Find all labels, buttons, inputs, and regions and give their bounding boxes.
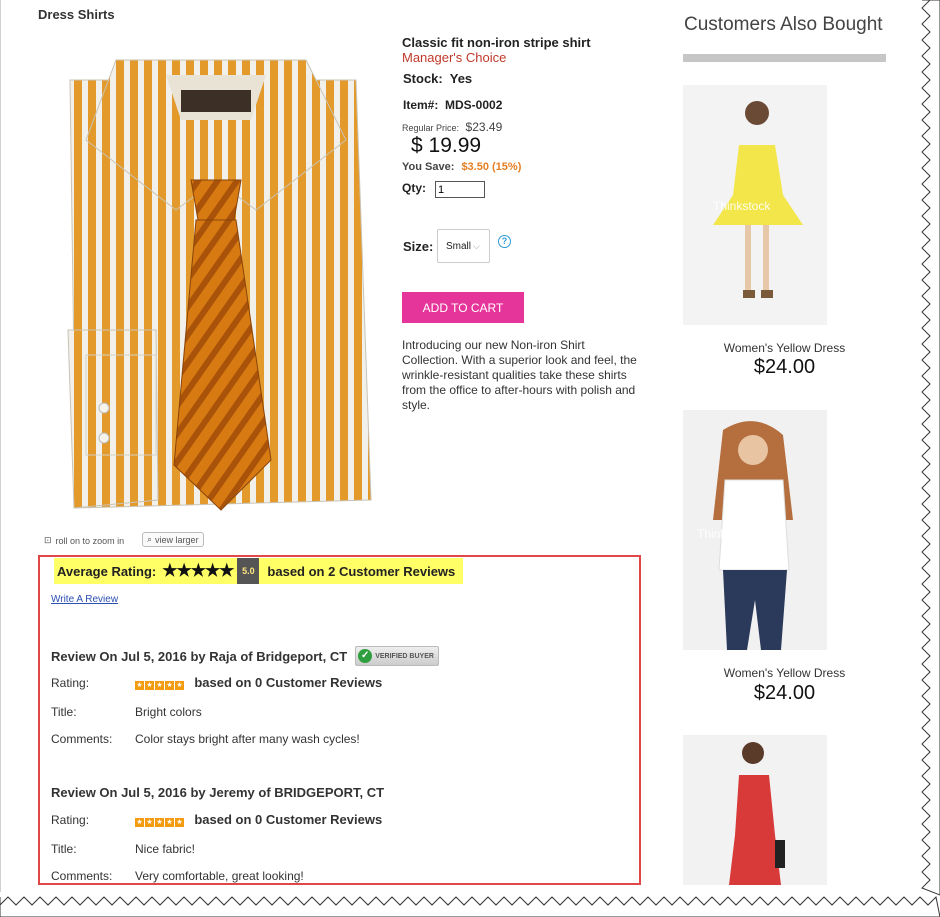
managers-choice-badge: Manager's Choice	[402, 50, 507, 65]
rating-label: Rating:	[51, 813, 90, 827]
page-border	[0, 0, 1, 892]
watermark: Thinkstock	[697, 527, 755, 541]
product-description: Introducing our new Non-iron Shirt Colle…	[402, 338, 637, 412]
verified-buyer-badge: ✓ VERIFIED BUYER	[355, 646, 439, 666]
watermark: Thinkstock	[713, 199, 771, 213]
add-to-cart-button[interactable]: ADD TO CART	[402, 292, 524, 323]
comments-label: Comments:	[51, 869, 113, 883]
sale-price: $ 19.99	[411, 134, 482, 157]
help-icon[interactable]: ?	[498, 235, 511, 248]
magnifier-icon: ⌕	[147, 534, 153, 544]
sidebar-product-price-2: $24.00	[753, 682, 816, 704]
review-header: Review On Jul 5, 2016 by Jeremy of BRIDG…	[51, 785, 385, 800]
product-name: Classic fit non-iron stripe shirt	[402, 35, 591, 50]
comments-label: Comments:	[51, 732, 113, 746]
sidebar-product-image-2[interactable]: Thinkstock	[683, 410, 827, 650]
product-image[interactable]	[46, 30, 386, 520]
title-label: Title:	[51, 842, 77, 856]
item-number: Item#: MDS-0002	[403, 98, 503, 112]
review-comments: Very comfortable, great looking!	[135, 869, 304, 883]
regular-price: Regular Price: $23.49	[402, 120, 503, 134]
sidebar-product-name-1[interactable]: Women's Yellow Dress	[683, 341, 886, 355]
qty-label: Qty:	[402, 181, 426, 195]
average-rating-bar: Average Rating: ★★★★★ 5.0 based on 2 Cus…	[54, 558, 464, 584]
quantity-input[interactable]	[435, 181, 485, 198]
review-header: Review On Jul 5, 2016 by Raja of Bridgep…	[51, 646, 439, 666]
title-label: Title:	[51, 705, 77, 719]
sidebar-product-image-3[interactable]	[683, 735, 827, 885]
review-comments: Color stays bright after many wash cycle…	[135, 732, 360, 746]
mini-stars-icon: ★ ★ ★ ★ ★	[135, 681, 184, 690]
zoom-icon: ⊡	[44, 535, 52, 545]
chevron-down-icon: ⌵	[473, 240, 480, 251]
size-label: Size:	[403, 239, 434, 254]
size-select[interactable]: Small ⌵	[437, 229, 490, 263]
torn-edge-right	[921, 0, 940, 896]
stock-status: Stock: Yes	[403, 71, 473, 86]
zoom-hint: ⊡ roll on to zoom in	[44, 535, 125, 546]
rating-score-badge: 5.0	[237, 558, 260, 584]
reviews-section: Average Rating: ★★★★★ 5.0 based on 2 Cus…	[38, 555, 641, 885]
sidebar-title: Customers Also Bought	[684, 14, 883, 35]
sidebar-product-image-1[interactable]: Thinkstock	[683, 85, 827, 325]
mini-stars-icon: ★ ★ ★ ★ ★	[135, 818, 184, 827]
review-rating: ★ ★ ★ ★ ★ based on 0 Customer Reviews	[135, 812, 383, 827]
review-title: Bright colors	[135, 705, 202, 719]
sidebar-product-price-1: $24.00	[753, 356, 816, 378]
rating-stars: ★★★★★	[162, 561, 234, 580]
you-save: You Save: $3.50 (15%)	[402, 161, 522, 173]
write-review-link[interactable]: Write A Review	[51, 594, 118, 605]
category-title: Dress Shirts	[38, 7, 115, 22]
review-title: Nice fabric!	[135, 842, 196, 856]
checkmark-icon: ✓	[358, 649, 373, 663]
rating-label: Rating:	[51, 676, 90, 690]
torn-edge-bottom	[0, 895, 940, 917]
review-rating: ★ ★ ★ ★ ★ based on 0 Customer Reviews	[135, 675, 383, 690]
sidebar-product-name-2[interactable]: Women's Yellow Dress	[683, 666, 886, 680]
sidebar-divider	[683, 54, 886, 62]
view-larger-button[interactable]: ⌕ view larger	[142, 532, 204, 547]
